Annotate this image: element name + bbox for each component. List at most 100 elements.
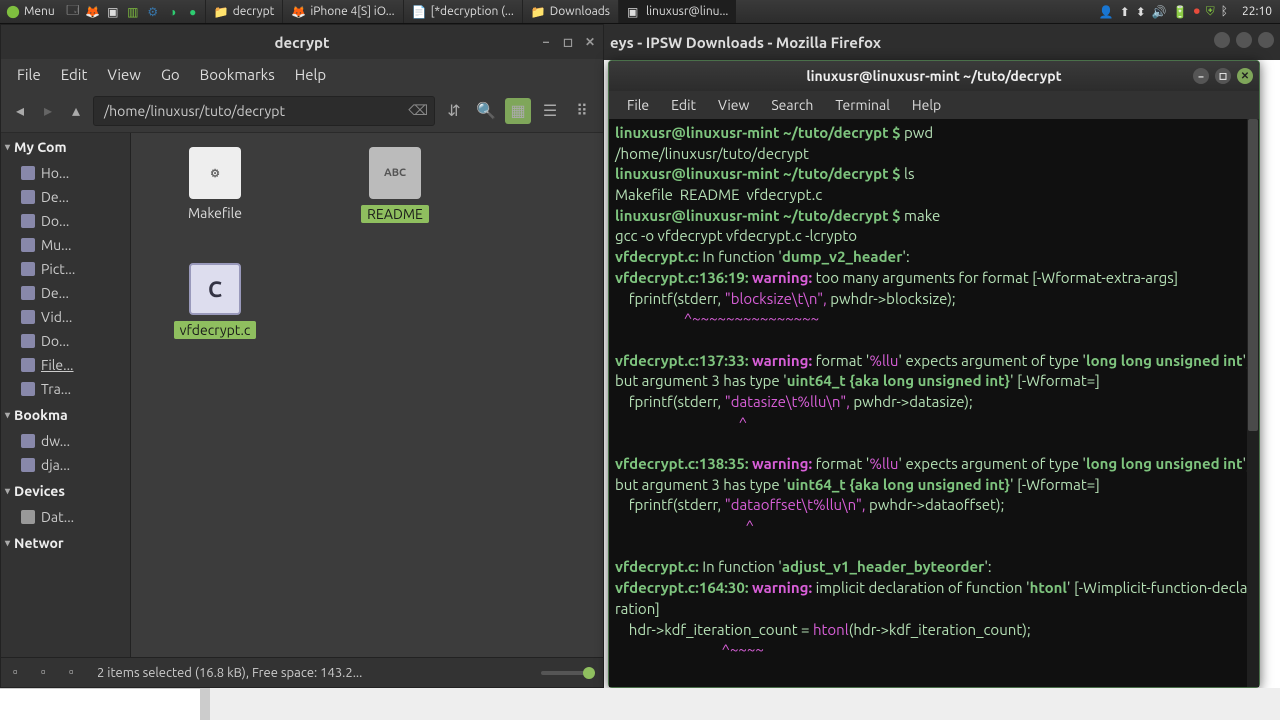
term-menu-terminal[interactable]: Terminal <box>825 94 900 116</box>
terminal-line: linuxusr@linuxusr-mint ~/tuto/decrypt $ … <box>615 206 1253 227</box>
sidebar-header-mycom[interactable]: My Com <box>1 133 130 161</box>
fm-menu-go[interactable]: Go <box>153 62 188 87</box>
terminal-line: vfdecrypt.c: In function 'adjust_v1_head… <box>615 557 1253 578</box>
network-icon[interactable]: ⬍ <box>1136 5 1146 19</box>
fm-menu-help[interactable]: Help <box>287 62 334 87</box>
term-menu-view[interactable]: View <box>708 94 759 116</box>
terminal-line: Makefile README vfdecrypt.c <box>615 185 1253 206</box>
sidebar-header-bookma[interactable]: Bookma <box>1 401 130 429</box>
up-button[interactable]: ▴ <box>65 100 87 122</box>
term-close-button[interactable]: ✕ <box>1237 68 1253 84</box>
sidebar-item[interactable]: Do... <box>1 329 130 353</box>
term-menu-search[interactable]: Search <box>761 94 823 116</box>
updates-icon[interactable]: ⬆ <box>1120 5 1130 19</box>
bottom-leftover-2 <box>200 688 1280 720</box>
app-icon[interactable]: ◑ <box>165 4 181 20</box>
fm-titlebar[interactable]: decrypt – ◻ ✕ <box>1 25 603 59</box>
shield-icon[interactable]: ⛨ <box>1206 5 1215 19</box>
ff-close-button[interactable] <box>1258 32 1274 48</box>
file-label: README <box>361 205 429 223</box>
fm-minimize-button[interactable]: – <box>539 35 553 49</box>
term-menu-file[interactable]: File <box>617 94 659 116</box>
sidebar-item[interactable]: dja... <box>1 453 130 477</box>
menu-launcher[interactable]: Menu <box>0 5 61 19</box>
list-view-button[interactable]: ☰ <box>537 98 563 124</box>
sidebar-item[interactable]: Mu... <box>1 233 130 257</box>
task-linuxusr-linu-[interactable]: ▣linuxusr@linu... <box>618 0 736 23</box>
task-decrypt[interactable]: 📁decrypt <box>205 0 283 23</box>
task--decryption-[interactable]: 📄[*decryption (... <box>403 0 522 23</box>
terminal-line: ^ <box>615 516 1253 537</box>
fm-menu-edit[interactable]: Edit <box>53 62 96 87</box>
term-menu-edit[interactable]: Edit <box>661 94 706 116</box>
fm-maximize-button[interactable]: ◻ <box>561 35 575 49</box>
task-downloads[interactable]: 📁Downloads <box>522 0 618 23</box>
task-label: decrypt <box>233 5 275 18</box>
status-icon-1[interactable]: ▫ <box>13 664 31 682</box>
compact-view-button[interactable]: ⠿ <box>569 98 595 124</box>
file-label: Makefile <box>188 205 242 221</box>
zoom-slider[interactable] <box>541 671 591 675</box>
term-title: linuxusr@linuxusr-mint ~/tuto/decrypt <box>806 68 1061 84</box>
record-icon[interactable]: ⏺ <box>1194 5 1200 19</box>
terminal-line: fprintf(stderr, "datasize\t%llu\n", pwhd… <box>615 392 1253 413</box>
sidebar-item[interactable]: File... <box>1 353 130 377</box>
sidebar-item[interactable]: Tra... <box>1 377 130 401</box>
fm-file-pane[interactable]: ⚙Makefile ABCREADME Cvfdecrypt.c <box>131 133 603 657</box>
bluetooth-icon[interactable]: ᛒ <box>1221 5 1228 18</box>
fm-menu-file[interactable]: File <box>9 62 49 87</box>
sidebar-item[interactable]: Dat... <box>1 505 130 529</box>
toggle-location-button[interactable]: ⇵ <box>441 98 467 124</box>
scrollbar-thumb[interactable] <box>1248 119 1258 431</box>
task-iphone-4-s-io-[interactable]: 🦊iPhone 4[S] iO... <box>282 0 402 23</box>
sidebar-header-devices[interactable]: Devices <box>1 477 130 505</box>
show-desktop-icon[interactable]: 🗔 <box>65 4 81 20</box>
volume-icon[interactable]: 🔊 <box>1152 5 1167 19</box>
terminal-output[interactable]: linuxusr@linuxusr-mint ~/tuto/decrypt $ … <box>609 119 1259 687</box>
term-menu-help[interactable]: Help <box>902 94 951 116</box>
search-button[interactable]: 🔍 <box>473 98 499 124</box>
sidebar-header-networ[interactable]: Networ <box>1 529 130 557</box>
term-maximize-button[interactable]: ◻ <box>1215 68 1231 84</box>
term-minimize-button[interactable]: – <box>1193 68 1209 84</box>
fm-toolbar: ◂ ▸ ▴ /home/linuxusr/tuto/decrypt ⌫ ⇵ 🔍 … <box>1 89 603 133</box>
fm-menu-view[interactable]: View <box>99 62 149 87</box>
sidebar-item[interactable]: Vid... <box>1 305 130 329</box>
file-manager-window: decrypt – ◻ ✕ FileEditViewGoBookmarksHel… <box>0 24 604 688</box>
forward-button[interactable]: ▸ <box>37 100 59 122</box>
path-bar[interactable]: /home/linuxusr/tuto/decrypt ⌫ <box>93 96 435 126</box>
terminal-line: linuxusr@linuxusr-mint ~/tuto/decrypt $ … <box>615 123 1253 144</box>
clock[interactable]: 22:10 <box>1234 5 1280 18</box>
sidebar-item[interactable]: De... <box>1 185 130 209</box>
python-icon[interactable]: ⚙ <box>145 4 161 20</box>
user-icon[interactable]: 👤 <box>1099 5 1114 19</box>
sidebar-item-label: Pict... <box>41 261 75 277</box>
sidebar-item[interactable]: Do... <box>1 209 130 233</box>
file-item[interactable]: ⚙Makefile <box>145 147 285 223</box>
back-button[interactable]: ◂ <box>9 100 31 122</box>
clear-path-icon[interactable]: ⌫ <box>408 102 428 119</box>
terminal-line: vfdecrypt.c:137:33: warning: format '%ll… <box>615 351 1253 392</box>
terminal-icon[interactable]: ▣ <box>105 4 121 20</box>
terminal-line: ^~~~~~~~~~~~~~~~ <box>615 309 1253 330</box>
app2-icon[interactable]: ● <box>185 4 201 20</box>
ff-minimize-button[interactable] <box>1214 32 1230 48</box>
battery-icon[interactable]: 🔋 <box>1173 5 1188 19</box>
icon-view-button[interactable]: ▦ <box>505 98 531 124</box>
sidebar-item[interactable]: De... <box>1 281 130 305</box>
status-icon-2[interactable]: ▫ <box>41 664 59 682</box>
folder-icon <box>21 238 35 252</box>
fm-close-button[interactable]: ✕ <box>583 35 597 49</box>
firefox-icon[interactable]: 🦊 <box>85 4 101 20</box>
sidebar-item[interactable]: Pict... <box>1 257 130 281</box>
term-titlebar[interactable]: linuxusr@linuxusr-mint ~/tuto/decrypt – … <box>609 61 1259 91</box>
status-icon-3[interactable]: ▫ <box>69 664 87 682</box>
ff-maximize-button[interactable] <box>1236 32 1252 48</box>
fm-menu-bookmarks[interactable]: Bookmarks <box>192 62 283 87</box>
file-item[interactable]: ABCREADME <box>325 147 465 223</box>
sidebar-item[interactable]: Ho... <box>1 161 130 185</box>
file-item[interactable]: Cvfdecrypt.c <box>145 263 285 339</box>
sidebar-item[interactable]: dw... <box>1 429 130 453</box>
terminal-scrollbar[interactable] <box>1247 119 1259 687</box>
files-icon[interactable]: ▥ <box>125 4 141 20</box>
